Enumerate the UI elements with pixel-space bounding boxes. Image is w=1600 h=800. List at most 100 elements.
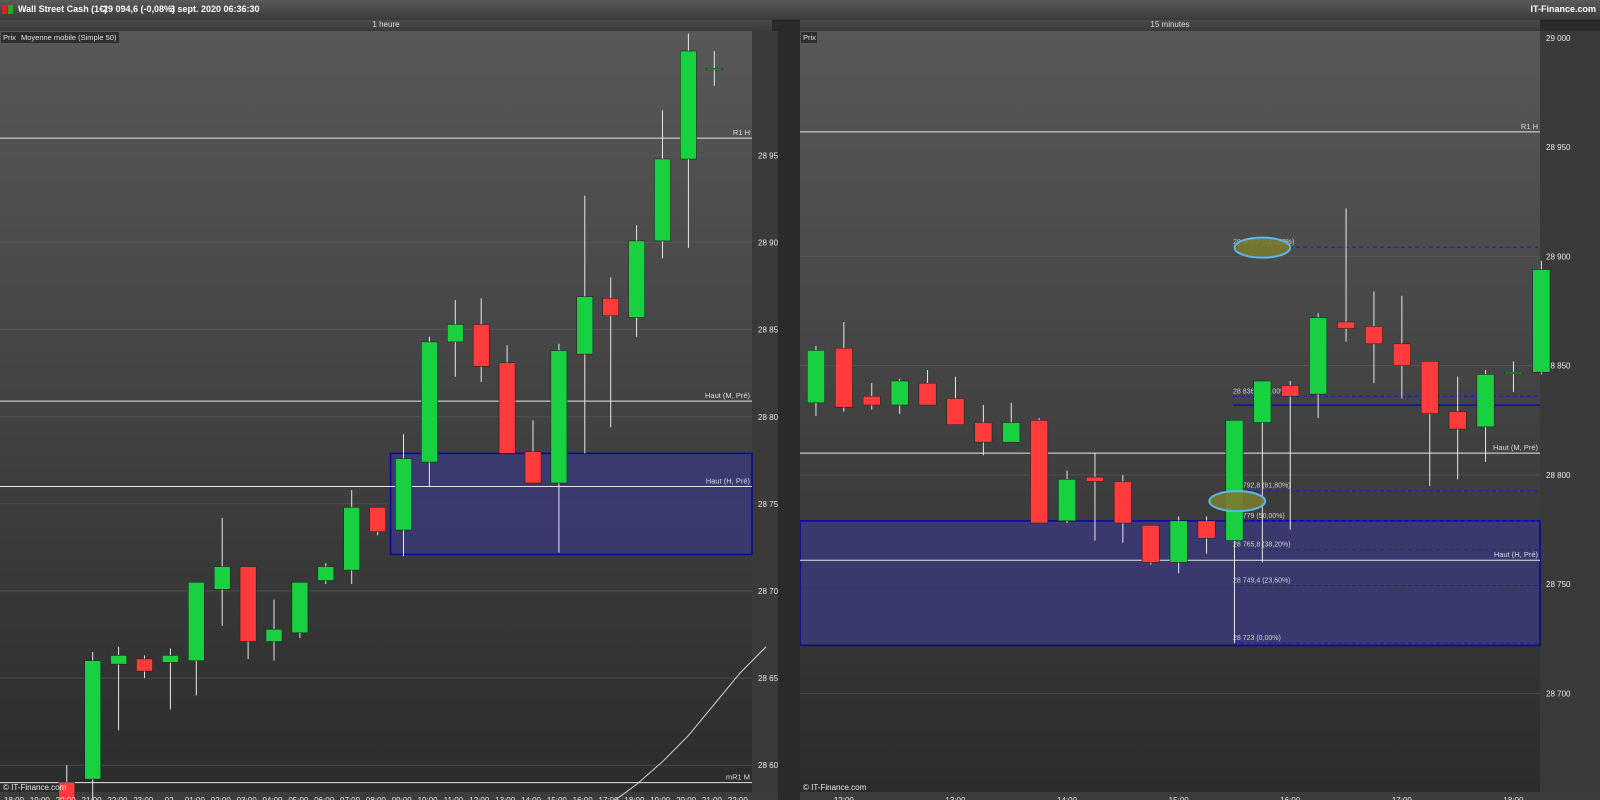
- x-tick-label: 19:00: [30, 796, 51, 800]
- candle-body: [110, 655, 127, 665]
- candle-body: [136, 658, 153, 672]
- candle-body: [239, 566, 257, 642]
- candle-body: [1169, 520, 1188, 563]
- reference-line-label: mR1 M: [726, 773, 750, 782]
- candle-body: [343, 507, 360, 571]
- highlight-ellipse: [1208, 490, 1267, 513]
- x-tick-label: 05:00: [288, 796, 309, 800]
- candle-body: [628, 240, 645, 318]
- y-tick-label: 28 850: [758, 326, 778, 335]
- y-tick-label: 28 900: [758, 239, 778, 248]
- candle-body: [1058, 479, 1076, 522]
- reference-line-label: R1 H: [1521, 122, 1538, 131]
- watermark: © IT-Finance.com: [3, 783, 67, 792]
- x-tick-label: 17:00: [1392, 796, 1413, 800]
- candle-body: [524, 451, 542, 484]
- x-tick-label: 02:00: [211, 796, 232, 800]
- candle-body: [1141, 524, 1160, 563]
- x-tick-label: 15:00: [1169, 796, 1190, 800]
- candle-body: [1420, 361, 1439, 415]
- chart-panel-1h[interactable]: 1 heure 28 60028 65028 70028 75028 80028…: [0, 20, 778, 800]
- chart-panel-15m[interactable]: 15 minutes 28 700 28 750 28 800 28 850 28 90…: [800, 20, 1600, 800]
- x-axis-background: [800, 792, 1600, 800]
- x-tick-label: 21:00: [82, 796, 103, 800]
- x-tick-label: 17:00: [599, 796, 620, 800]
- reference-line-label: Haut (M, Pré): [705, 391, 751, 400]
- candle-body: [1086, 476, 1104, 482]
- x-tick-label: 02: [165, 796, 174, 800]
- x-tick-label: 14:00: [521, 796, 542, 800]
- y-tick-label: 28 800: [758, 413, 778, 422]
- candle-body: [395, 458, 412, 531]
- fib-label: 28 749,4 (23,60%): [1233, 578, 1291, 585]
- candle-body: [188, 582, 205, 661]
- candle-body: [84, 660, 101, 780]
- y-tick-label: 28 750: [1546, 580, 1571, 589]
- candle-body: [213, 566, 231, 590]
- x-tick-label: 12:00: [834, 796, 855, 800]
- x-tick-label: 03:00: [237, 796, 258, 800]
- chart-15m[interactable]: 28 70028 75028 80028 85028 90028 95029 0…: [800, 20, 1600, 800]
- x-tick-label: 08:00: [366, 796, 387, 800]
- candle-body: [862, 396, 881, 406]
- status-flag-icon: [2, 5, 7, 14]
- x-tick-label: 22:00: [728, 796, 749, 800]
- candle-body: [447, 324, 464, 343]
- indicator-label: Prix: [3, 33, 16, 42]
- brand-link[interactable]: IT-Finance.com: [1530, 4, 1596, 14]
- candle-body: [807, 350, 825, 404]
- status-flag-icon: [8, 5, 13, 14]
- x-tick-label: 19:00: [650, 796, 671, 800]
- candle-body: [602, 298, 619, 317]
- candle-body: [1448, 411, 1467, 430]
- candle-body: [1197, 520, 1216, 539]
- candle-body: [472, 324, 490, 367]
- x-tick-label: 21:00: [702, 796, 723, 800]
- candle-body: [1365, 326, 1383, 345]
- x-tick-label: 18:00: [624, 796, 645, 800]
- x-tick-label: 09:00: [392, 796, 413, 800]
- candle-body: [1030, 420, 1049, 524]
- reference-line-label: Haut (H, Pré): [1494, 550, 1539, 559]
- candle-body: [1532, 269, 1551, 373]
- quote-datetime: 3 sept. 2020 06:36:30: [170, 4, 260, 14]
- indicator-label: Moyenne mobile (Simple 50): [21, 33, 117, 42]
- top-bar: Wall Street Cash (1€) 29 094,6 (-0,08%) …: [0, 0, 1600, 21]
- reference-line-label: Haut (H, Pré): [706, 476, 751, 485]
- candle-body: [1337, 321, 1355, 329]
- x-tick-label: 11:00: [444, 796, 464, 800]
- x-tick-label: 20:00: [56, 796, 77, 800]
- x-tick-label: 13:00: [945, 796, 966, 800]
- candle-body: [1002, 422, 1021, 443]
- watermark: © IT-Finance.com: [803, 783, 867, 792]
- candle-body: [1504, 371, 1523, 374]
- chart-1h[interactable]: 28 600 28 650 28 700 28 750 28 800 28 850 28 9…: [0, 20, 778, 800]
- x-tick-label: 16:00: [1280, 796, 1301, 800]
- candle-body: [1113, 481, 1132, 524]
- candle-body: [974, 422, 993, 443]
- x-tick-label: 18:00: [4, 796, 25, 800]
- y-tick-label: 28 600: [758, 761, 778, 770]
- y-tick-label: 28 950: [1546, 143, 1571, 152]
- candle-body: [680, 50, 697, 160]
- fib-label: 28 765,8 (38,20%): [1233, 542, 1291, 549]
- x-tick-label: 18:00: [1503, 796, 1524, 800]
- candle-body: [1309, 317, 1328, 395]
- x-tick-label: 16:00: [573, 796, 594, 800]
- candle-body: [1392, 343, 1411, 366]
- x-tick-label: 10:00: [418, 796, 439, 800]
- y-tick-label: 28 700: [758, 587, 778, 596]
- x-tick-label: 15:00: [547, 796, 568, 800]
- x-tick-label: 06:00: [314, 796, 335, 800]
- x-tick-label: 07:00: [340, 796, 361, 800]
- candle-body: [918, 382, 937, 406]
- y-tick-label: 29 000: [1546, 34, 1571, 43]
- candle-body: [1281, 385, 1300, 397]
- candle-body: [317, 566, 335, 581]
- candle-body: [550, 350, 568, 484]
- x-tick-label: 14:00: [1057, 796, 1078, 800]
- reference-line-label: R1 H: [733, 128, 750, 137]
- candle-body: [369, 507, 386, 533]
- y-tick-label: 28 800: [1546, 471, 1571, 480]
- candle-body: [706, 68, 723, 71]
